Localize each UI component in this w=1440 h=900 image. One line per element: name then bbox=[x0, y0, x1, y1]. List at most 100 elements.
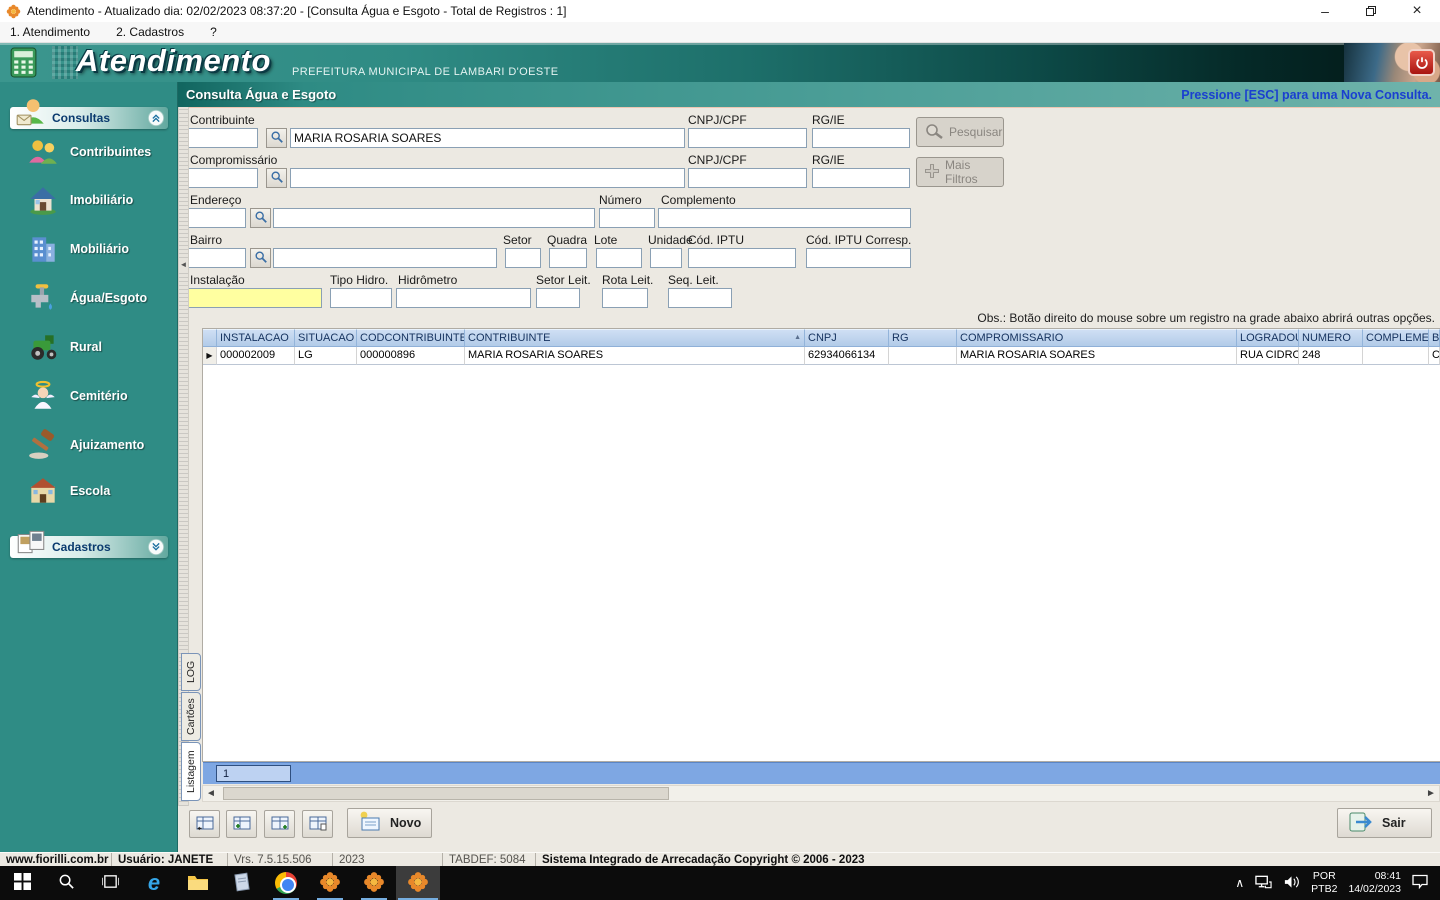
complemento-input[interactable] bbox=[658, 208, 911, 228]
chrome-button[interactable] bbox=[264, 866, 308, 900]
fiorilli-app-button-2[interactable] bbox=[352, 866, 396, 900]
bairro-code-input[interactable] bbox=[188, 248, 246, 268]
grid-tool-button-3[interactable] bbox=[264, 810, 295, 838]
scroll-right-arrow[interactable]: ► bbox=[1423, 786, 1439, 801]
contribuinte-cnpj-input[interactable] bbox=[688, 128, 807, 148]
cod-iptu-label: Cód. IPTU bbox=[688, 233, 745, 247]
bairro-search-button[interactable] bbox=[250, 248, 271, 268]
column-header-contribuinte[interactable]: CONTRIBUINTE ▲ bbox=[465, 329, 805, 347]
tab-listagem[interactable]: Listagem bbox=[181, 742, 201, 801]
compromissario-code-input[interactable] bbox=[188, 168, 258, 188]
menu-atendimento[interactable]: 1. Atendimento bbox=[8, 23, 92, 41]
tipo-hidro-input[interactable] bbox=[330, 288, 392, 308]
sidebar-item-cemiterio[interactable]: Cemitério bbox=[26, 379, 128, 413]
power-exit-button[interactable] bbox=[1408, 49, 1435, 76]
setor-leit-input[interactable] bbox=[536, 288, 580, 308]
endereco-search-button[interactable] bbox=[250, 208, 271, 228]
fiorilli-app-button-active[interactable] bbox=[396, 866, 440, 900]
grid-tool-button-1[interactable] bbox=[189, 810, 220, 838]
restore-button[interactable] bbox=[1348, 0, 1394, 22]
tab-cartoes[interactable]: Cartões bbox=[181, 692, 201, 741]
compromissario-rg-input[interactable] bbox=[812, 168, 910, 188]
lote-input[interactable] bbox=[596, 248, 642, 268]
internet-explorer-button[interactable]: e bbox=[132, 866, 176, 900]
column-header-bairro[interactable]: BA bbox=[1429, 329, 1440, 347]
sair-button[interactable]: Sair bbox=[1337, 808, 1432, 838]
contribuinte-code-input[interactable] bbox=[188, 128, 258, 148]
mais-filtros-button[interactable]: Mais Filtros bbox=[916, 157, 1004, 187]
quadra-input[interactable] bbox=[549, 248, 587, 268]
column-header-numero[interactable]: NUMERO bbox=[1299, 329, 1363, 347]
endereco-name-input[interactable] bbox=[273, 208, 595, 228]
tab-log[interactable]: LOG bbox=[181, 653, 201, 691]
hidrometro-input[interactable] bbox=[396, 288, 531, 308]
horizontal-scrollbar[interactable]: ◄ ► bbox=[202, 785, 1440, 802]
sidebar-section-cadastros[interactable]: Cadastros bbox=[10, 530, 168, 558]
clock[interactable]: 08:41 14/02/2023 bbox=[1348, 870, 1401, 896]
contribuinte-search-button[interactable] bbox=[266, 128, 287, 148]
cod-iptu-corresp-label: Cód. IPTU Corresp. bbox=[806, 233, 912, 247]
contribuinte-name-input[interactable] bbox=[290, 128, 685, 148]
column-header-situacao[interactable]: SITUACAO bbox=[295, 329, 357, 347]
grid-tool-button-4[interactable] bbox=[302, 810, 333, 838]
close-button[interactable]: × bbox=[1394, 0, 1440, 22]
page-number-box[interactable]: 1 bbox=[216, 765, 291, 782]
endereco-code-input[interactable] bbox=[188, 208, 246, 228]
language-indicator[interactable]: POR PTB2 bbox=[1311, 870, 1337, 896]
compromissario-cnpj-input[interactable] bbox=[688, 168, 807, 188]
contribuinte-rg-input[interactable] bbox=[812, 128, 910, 148]
scrollbar-thumb[interactable] bbox=[223, 787, 669, 800]
sidebar-item-rural[interactable]: Rural bbox=[26, 330, 102, 364]
column-header-rg[interactable]: RG bbox=[889, 329, 957, 347]
notification-center-icon[interactable] bbox=[1412, 874, 1428, 892]
menu-help[interactable]: ? bbox=[208, 23, 219, 41]
sidebar-item-agua-esgoto[interactable]: Água/Esgoto bbox=[26, 281, 147, 315]
compromissario-search-button[interactable] bbox=[266, 168, 287, 188]
menu-cadastros[interactable]: 2. Cadastros bbox=[114, 23, 186, 41]
grid-tool-button-2[interactable] bbox=[226, 810, 257, 838]
chevron-up-icon[interactable] bbox=[147, 109, 165, 127]
sidebar-item-mobiliario[interactable]: Mobiliário bbox=[26, 232, 129, 266]
column-header-codcontribuinte[interactable]: CODCONTRIBUINTE bbox=[357, 329, 465, 347]
column-header-instalacao[interactable]: INSTALACAO bbox=[217, 329, 295, 347]
fiorilli-app-button-1[interactable] bbox=[308, 866, 352, 900]
column-header-cnpj[interactable]: CNPJ bbox=[805, 329, 889, 347]
instalacao-input[interactable] bbox=[188, 288, 322, 308]
cod-iptu-input[interactable] bbox=[688, 248, 796, 268]
column-header-compromissario[interactable]: COMPROMISSARIO bbox=[957, 329, 1237, 347]
sidebar-item-contribuintes[interactable]: Contribuintes bbox=[26, 135, 151, 169]
cod-iptu-corresp-input[interactable] bbox=[806, 248, 911, 268]
cell-compromissario: MARIA ROSARIA SOARES bbox=[957, 347, 1237, 365]
setor-input[interactable] bbox=[505, 248, 541, 268]
taskbar-search-button[interactable] bbox=[44, 866, 88, 900]
sidebar-item-ajuizamento[interactable]: Ajuizamento bbox=[26, 428, 144, 462]
minimize-button[interactable]: – bbox=[1302, 0, 1348, 22]
bairro-name-input[interactable] bbox=[273, 248, 497, 268]
file-explorer-button[interactable] bbox=[176, 866, 220, 900]
splitter-collapse-arrow-icon[interactable]: ◄ bbox=[179, 258, 188, 270]
network-icon[interactable] bbox=[1255, 875, 1272, 892]
compromissario-name-input[interactable] bbox=[290, 168, 685, 188]
column-header-complemento[interactable]: COMPLEME bbox=[1363, 329, 1429, 347]
novo-button[interactable]: Novo bbox=[347, 808, 433, 838]
seq-leit-input[interactable] bbox=[668, 288, 732, 308]
tray-chevron-up-icon[interactable]: ∧ bbox=[1235, 876, 1244, 890]
sidebar-item-imobiliario[interactable]: Imobiliário bbox=[26, 183, 133, 217]
rota-leit-input[interactable] bbox=[602, 288, 648, 308]
sidebar-section-consultas[interactable]: Consultas bbox=[10, 99, 168, 129]
document-app-button[interactable] bbox=[220, 866, 264, 900]
app-header-banner: Atendimento PREFEITURA MUNICIPAL DE LAMB… bbox=[0, 43, 1440, 82]
grid-add-icon bbox=[232, 814, 252, 835]
chevron-down-icon[interactable] bbox=[147, 538, 165, 556]
unidade-input[interactable] bbox=[650, 248, 682, 268]
speaker-icon[interactable] bbox=[1283, 875, 1300, 892]
task-view-button[interactable] bbox=[88, 866, 132, 900]
scroll-left-arrow[interactable]: ◄ bbox=[203, 786, 219, 801]
numero-input[interactable] bbox=[599, 208, 655, 228]
sidebar-item-escola[interactable]: Escola bbox=[26, 474, 110, 508]
start-button[interactable] bbox=[0, 866, 44, 900]
table-row[interactable]: ▶ 000002009 LG 000000896 MARIA ROSARIA S… bbox=[203, 347, 1440, 365]
column-header-logradouro[interactable]: LOGRADOU bbox=[1237, 329, 1299, 347]
pesquisar-button[interactable]: Pesquisar bbox=[916, 117, 1004, 147]
exit-door-icon bbox=[1348, 811, 1374, 836]
